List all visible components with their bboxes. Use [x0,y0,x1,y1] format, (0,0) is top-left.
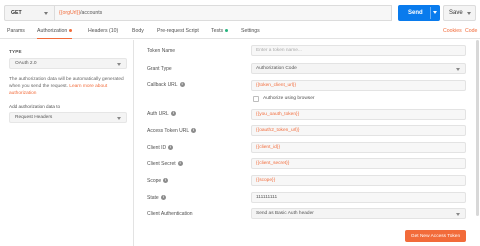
auth-type-value: OAuth 2.0 [15,61,37,66]
info-icon[interactable]: i [177,161,183,167]
access-token-url-input[interactable]: {{oauth2_token_url}} [251,125,466,136]
info-icon[interactable]: i [160,195,166,201]
client-id-input[interactable]: {{client_id}} [251,142,466,153]
send-divider [430,7,431,19]
callback-url-label: Callback URL i [147,82,185,88]
auth-type-panel: TYPE OAuth 2.0 The authorization data wi… [0,40,134,246]
grant-type-value: Authorization Code [256,66,297,71]
add-to-select[interactable]: Request Headers [9,112,127,123]
tab-settings[interactable]: Settings [241,28,260,39]
tab-tests[interactable]: Tests [211,28,229,39]
auth-url-input[interactable]: {{you_oauth_token}} [251,109,466,120]
chevron-down-icon [456,213,460,216]
code-link[interactable]: Code [465,28,477,34]
type-label: TYPE [9,49,22,54]
client-id-label: Client ID i [147,145,174,151]
tests-status-dot-icon [225,28,229,32]
scope-input[interactable]: {{scope}} [251,175,466,186]
info-icon[interactable]: i [170,111,176,117]
grant-type-select[interactable]: Authorization Code [251,63,466,74]
chevron-down-icon [456,68,460,71]
scope-label: Scope i [147,178,169,184]
tab-headers[interactable]: Headers (10) [88,28,118,39]
client-secret-label: Client Secret i [147,161,183,167]
url-variable: {{orgUrl}} [59,10,81,16]
client-authentication-label: Client Authentication [147,211,193,217]
info-icon[interactable]: i [191,128,197,134]
auth-url-label: Auth URL i [147,111,176,117]
state-label: State i [147,195,166,201]
scrollbar[interactable] [476,40,479,216]
auth-type-select[interactable]: OAuth 2.0 [9,58,127,69]
get-new-access-token-button[interactable]: Get New Access Token [405,230,466,242]
token-name-label: Token Name [147,48,176,54]
tab-params[interactable]: Params [7,28,25,39]
callback-url-input[interactable]: {{token_client_url}} [251,80,466,91]
client-secret-input[interactable]: {{client_secret}} [251,158,466,169]
token-name-input[interactable]: Enter a token name... [251,45,466,56]
add-to-value: Request Headers [15,115,53,120]
grant-type-label: Grant Type [147,66,172,72]
client-authentication-value: Send as Basic Auth header [256,211,314,216]
tab-authorization[interactable]: Authorization [37,28,73,39]
request-tabs: Params Authorization Headers (10) Body P… [0,27,480,39]
authorize-browser-checkbox[interactable] [253,96,259,102]
save-label: Save [449,10,463,16]
info-icon[interactable]: i [168,145,174,151]
info-icon[interactable]: i [163,178,169,184]
url-input[interactable]: {{orgUrl}}/accounts [55,5,392,21]
method-select[interactable]: GET [4,5,55,21]
chevron-down-icon [117,63,121,66]
method-label: GET [11,10,22,16]
add-to-label: Add authorization data to [9,104,61,109]
state-input[interactable]: 111111111 [251,192,466,203]
chevron-down-icon [117,117,121,120]
url-path: /accounts [80,10,103,16]
authorize-browser-label: Authorize using browser [263,96,315,101]
access-token-url-label: Access Token URL i [147,128,197,134]
tab-body[interactable]: Body [132,28,144,39]
send-options-chevron-icon[interactable] [433,11,437,14]
modified-dot-icon [69,28,73,32]
tab-pre-request-script[interactable]: Pre-request Script [157,28,199,39]
info-icon[interactable]: i [179,82,185,88]
client-authentication-select[interactable]: Send as Basic Auth header [251,208,466,219]
cookies-link[interactable]: Cookies [443,28,462,34]
send-button[interactable]: Send [398,5,440,21]
send-label: Send [408,10,423,16]
auth-info-text: The authorization data will be automatic… [9,77,124,96]
chevron-down-icon [44,12,48,15]
save-button[interactable]: Save [443,5,476,21]
save-options-chevron-icon[interactable] [467,12,471,15]
